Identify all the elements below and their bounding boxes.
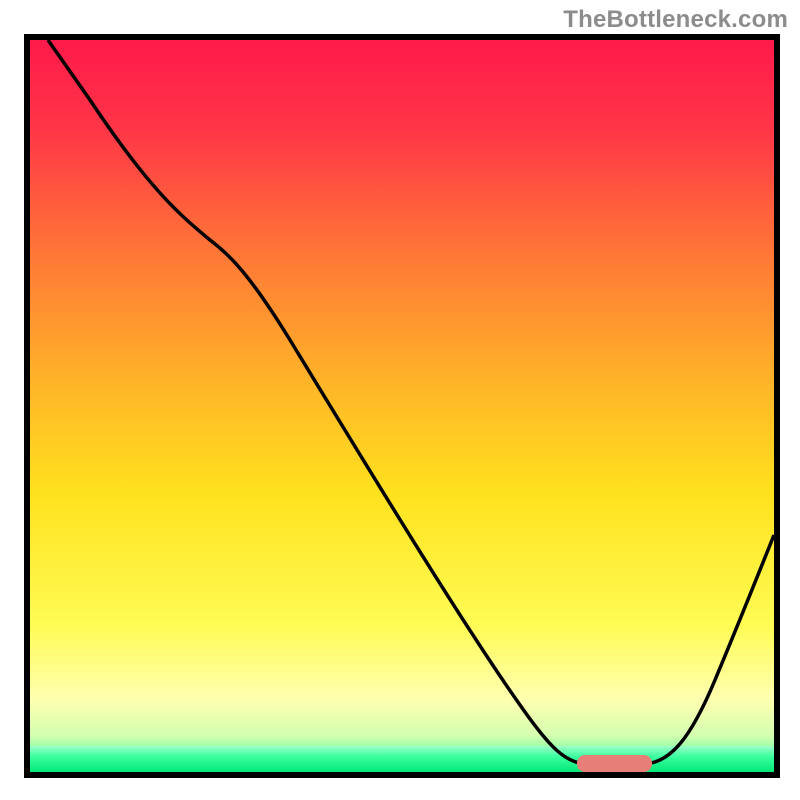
chart-container: TheBottleneck.com	[0, 0, 800, 800]
plot-area	[30, 40, 774, 772]
bottleneck-curve	[30, 40, 774, 772]
curve-path	[48, 40, 774, 764]
optimal-marker	[577, 755, 652, 772]
watermark-text: TheBottleneck.com	[563, 6, 788, 34]
plot-frame	[24, 34, 780, 778]
